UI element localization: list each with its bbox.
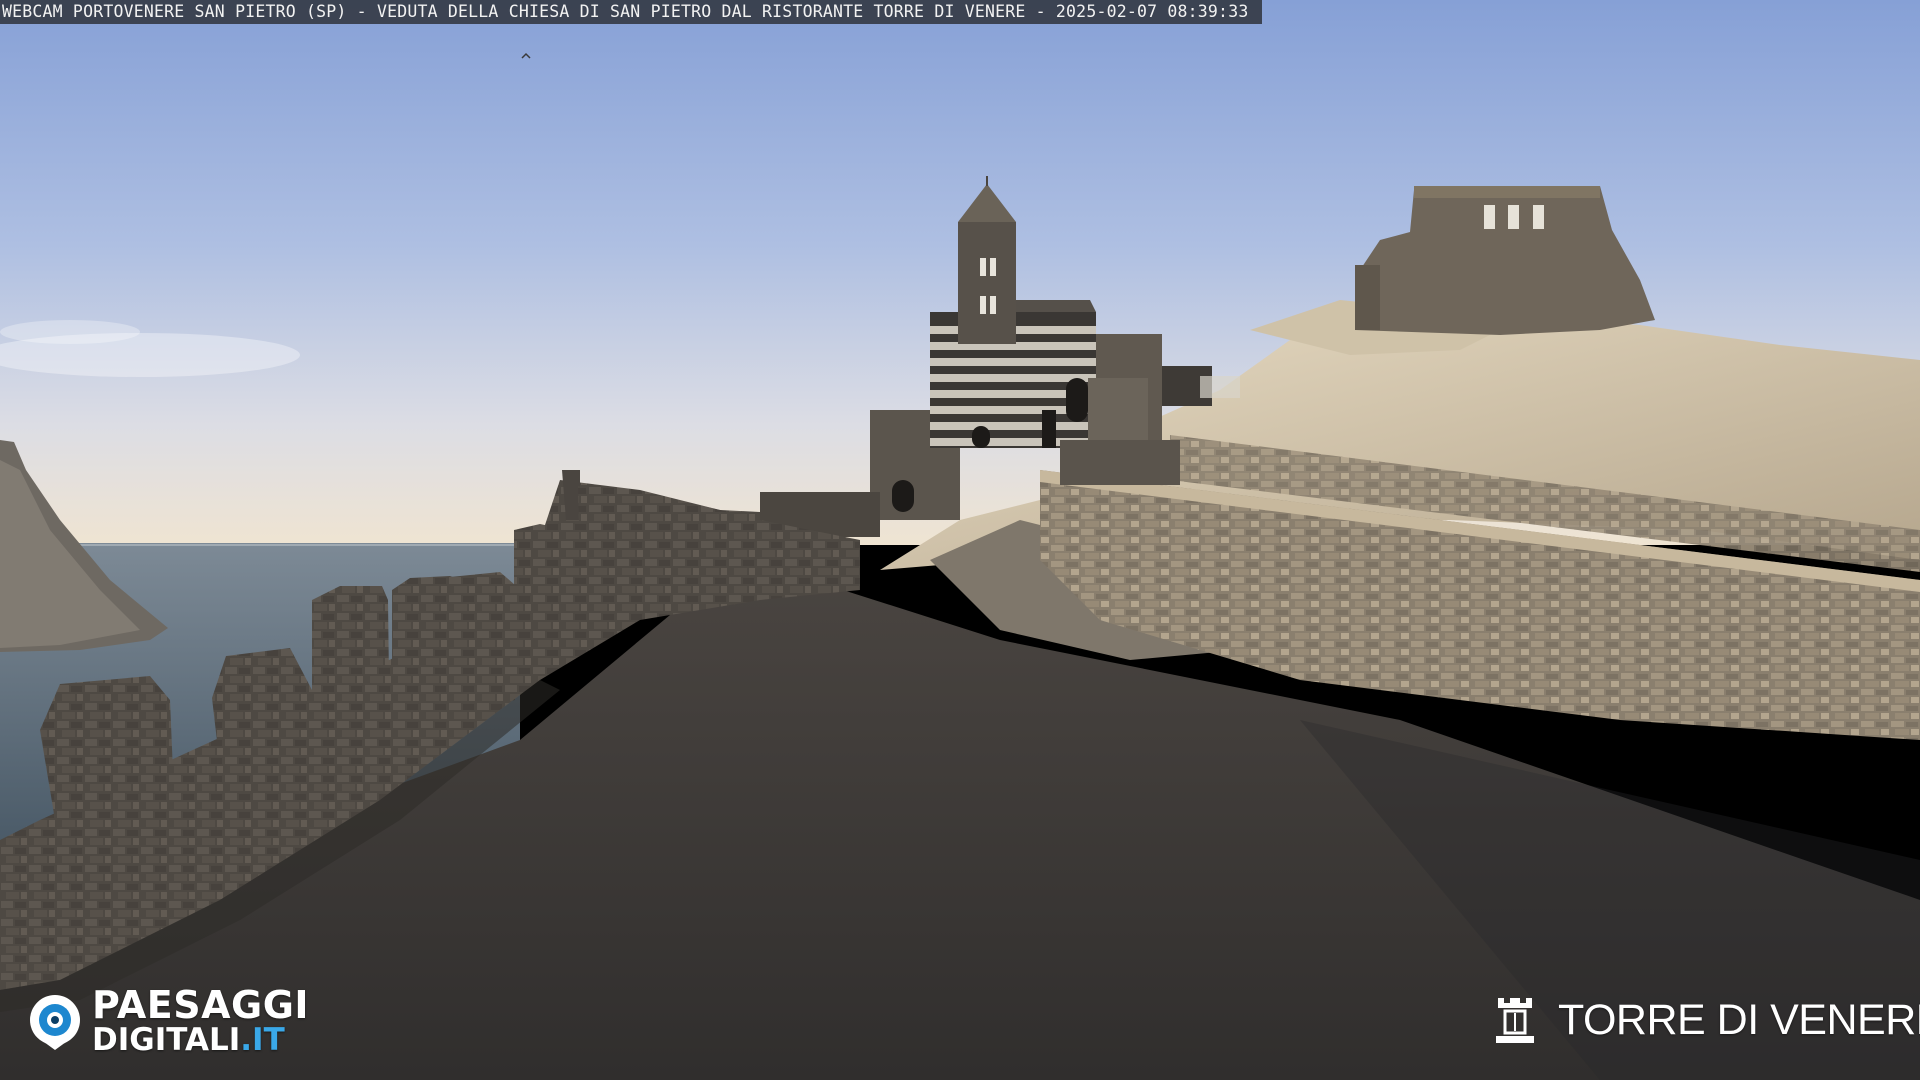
webcam-scene	[0, 0, 1920, 1080]
logo-line-1: PAESAGGI	[92, 983, 310, 1027]
logo-line-2: DIGITALI.IT	[92, 1025, 309, 1056]
logo-line-2-main: DIGITALI	[92, 1022, 241, 1058]
webcam-caption-bar: WEBCAM PORTOVENERE SAN PIETRO (SP) - VED…	[0, 0, 1263, 24]
torre-di-venere-text: TORRE DI VENERE	[1558, 995, 1920, 1044]
logo-line-2-suffix: .IT	[240, 1022, 285, 1058]
torre-di-venere-logo: TORRE DI VENERE	[1494, 994, 1920, 1046]
paesaggi-digitali-logo: PAESAGGI DIGITALI.IT	[26, 986, 309, 1056]
eye-icon	[30, 995, 80, 1050]
webcam-frame: WEBCAM PORTOVENERE SAN PIETRO (SP) - VED…	[0, 0, 1920, 1080]
tower-icon	[1496, 998, 1534, 1043]
logo-wordmark: PAESAGGI DIGITALI.IT	[92, 986, 309, 1056]
